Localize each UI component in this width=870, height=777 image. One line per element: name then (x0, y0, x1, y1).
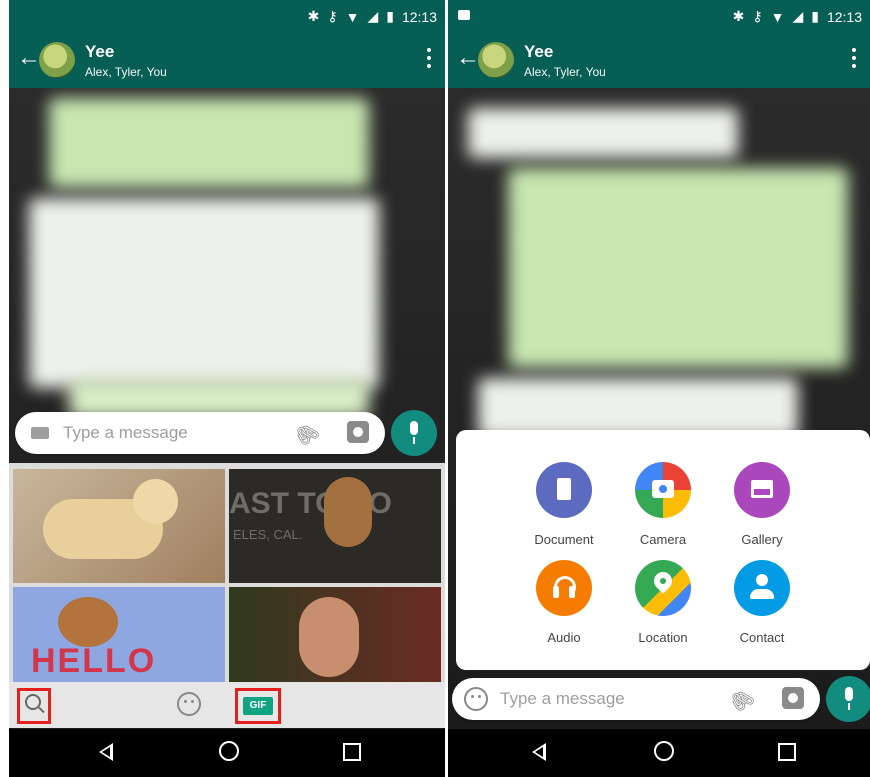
attach-label: Document (534, 532, 594, 547)
chat-header: ← Yee Alex, Tyler, You (9, 32, 445, 88)
attach-audio[interactable]: Audio (514, 560, 614, 645)
nav-back-icon[interactable] (99, 743, 113, 761)
camera-icon (635, 462, 691, 518)
attach-camera[interactable]: Camera (613, 462, 713, 547)
headphones-icon (536, 560, 592, 616)
attach-label: Gallery (741, 532, 783, 547)
bluetooth-icon: ✱ (307, 8, 320, 24)
blurred-message (468, 108, 738, 158)
avatar[interactable] (39, 42, 75, 78)
gif-thumbnail-hello-bear[interactable]: HELLO (13, 587, 225, 683)
vpn-key-icon: ⚷ (327, 8, 338, 24)
paperclip-icon[interactable]: 🖇 (288, 417, 324, 453)
attach-label: Camera (639, 532, 687, 547)
gif-thumbnail-dog[interactable] (13, 469, 225, 583)
attach-document[interactable]: Document (514, 462, 614, 547)
kebab-menu-icon[interactable] (427, 48, 431, 68)
blurred-message (49, 98, 369, 188)
attach-location[interactable]: Location (613, 560, 713, 645)
message-placeholder: Type a message (63, 423, 188, 442)
arrow-left-icon[interactable]: ← (17, 46, 41, 70)
document-icon (536, 462, 592, 518)
bluetooth-icon: ✱ (732, 8, 745, 24)
chat-participants: Alex, Tyler, You (524, 65, 606, 79)
attach-gallery[interactable]: Gallery (712, 462, 812, 547)
gif-panel: AST TO CO ELES, CAL. HELLO (9, 463, 445, 683)
location-pin-icon (635, 560, 691, 616)
image-notification-icon (458, 10, 470, 20)
blurred-message (478, 378, 798, 438)
kebab-menu-icon[interactable] (852, 48, 856, 68)
emoji-icon[interactable] (177, 692, 201, 716)
chat-participants: Alex, Tyler, You (85, 65, 167, 79)
gif-hello-text: HELLO (31, 642, 157, 680)
gif-thumbnail-man[interactable] (229, 587, 441, 683)
attach-contact[interactable]: Contact (712, 560, 812, 645)
paperclip-icon[interactable]: 🖇 (723, 683, 759, 719)
nav-recents-icon[interactable] (343, 743, 361, 761)
keyboard-icon[interactable] (31, 427, 49, 439)
status-bar: ✱ ⚷ ▼ ◢ ▮ 12:13 (9, 0, 445, 32)
chat-title[interactable]: Yee (524, 42, 553, 62)
nav-recents-icon[interactable] (778, 743, 796, 761)
chat-header: ← Yee Alex, Tyler, You (448, 32, 870, 88)
navigation-bar (448, 729, 870, 777)
attach-label: Audio (547, 630, 581, 645)
navigation-bar (9, 729, 445, 777)
message-input[interactable]: Type a message 🖇 (15, 412, 385, 454)
attach-label: Contact (739, 630, 785, 645)
status-time: 12:13 (401, 8, 437, 25)
signal-icon: ◢ (367, 8, 379, 24)
chat-title[interactable]: Yee (85, 42, 114, 62)
arrow-left-icon[interactable]: ← (456, 46, 480, 70)
wifi-icon: ▼ (770, 8, 785, 25)
nav-back-icon[interactable] (532, 743, 546, 761)
message-placeholder: Type a message (500, 689, 625, 708)
nav-home-icon[interactable] (219, 741, 239, 761)
battery-icon: ▮ (811, 8, 819, 24)
message-input[interactable]: Type a message 🖇 (452, 678, 820, 720)
emoji-icon[interactable] (464, 687, 488, 711)
status-time: 12:13 (826, 8, 862, 25)
gif-icon[interactable]: GIF (243, 697, 273, 715)
gif-city-text: ELES, CAL. (233, 527, 303, 542)
signal-icon: ◢ (792, 8, 804, 24)
camera-icon[interactable] (347, 421, 369, 443)
phone-screen-right: ✱ ⚷ ▼ ◢ ▮ 12:13 ← Yee Alex, Tyler, You D… (448, 0, 870, 777)
mic-icon[interactable] (391, 410, 437, 456)
gallery-icon (734, 462, 790, 518)
avatar[interactable] (478, 42, 514, 78)
gif-thumbnail-coast[interactable]: AST TO CO ELES, CAL. (229, 469, 441, 583)
blurred-message (508, 168, 848, 368)
blurred-message (29, 198, 379, 388)
nav-home-icon[interactable] (654, 741, 674, 761)
battery-icon: ▮ (386, 8, 394, 24)
vpn-key-icon: ⚷ (752, 8, 763, 24)
attachment-sheet: Document Camera Gallery Audio Location C… (456, 430, 870, 670)
wifi-icon: ▼ (345, 8, 360, 25)
contact-person-icon (734, 560, 790, 616)
phone-screen-left: ✱ ⚷ ▼ ◢ ▮ 12:13 ← Yee Alex, Tyler, You T… (9, 0, 445, 777)
status-bar: ✱ ⚷ ▼ ◢ ▮ 12:13 (448, 0, 870, 32)
attach-label: Location (638, 630, 688, 645)
camera-icon[interactable] (782, 687, 804, 709)
gif-keyboard-toolbar: GIF (9, 682, 445, 728)
mic-icon[interactable] (826, 676, 870, 722)
